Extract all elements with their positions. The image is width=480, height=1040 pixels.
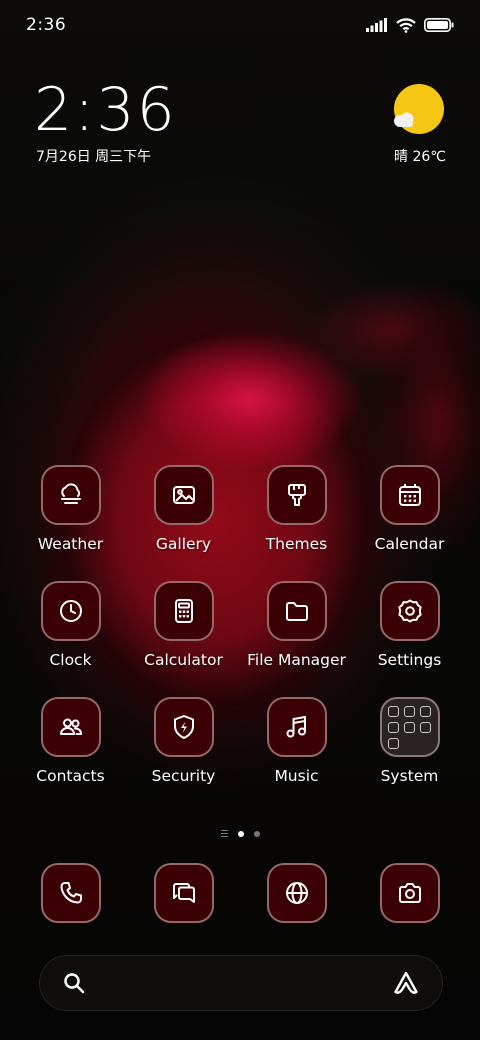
app-label: Clock: [49, 651, 92, 669]
folder-app-thumbnail: [388, 705, 399, 717]
app-music[interactable]: Music: [240, 697, 353, 785]
gallery-icon: [153, 465, 214, 525]
app-label: Calendar: [374, 535, 445, 553]
system-folder-icon: [379, 697, 440, 757]
dock-phone[interactable]: [14, 863, 127, 923]
camera-icon: [379, 863, 440, 923]
dock-camera[interactable]: [353, 863, 466, 923]
music-note-icon: [266, 697, 327, 757]
app-label: Themes: [265, 535, 328, 553]
dock: [14, 863, 466, 923]
status-time: 2:36: [26, 15, 67, 35]
contacts-icon: [40, 697, 101, 757]
search-icon[interactable]: [62, 971, 86, 995]
assistant-icon[interactable]: [392, 970, 420, 996]
folder-app-thumbnail: [404, 721, 415, 733]
app-settings[interactable]: Settings: [353, 581, 466, 669]
app-file-manager[interactable]: File Manager: [240, 581, 353, 669]
app-label: Weather: [37, 535, 104, 553]
weather-icon: [40, 465, 101, 525]
app-system-folder[interactable]: System: [353, 697, 466, 785]
weather-text: 晴 26℃: [394, 149, 446, 165]
clock-widget-time[interactable]: 2:36: [34, 78, 177, 142]
app-label: Security: [151, 767, 216, 785]
app-label: Settings: [377, 651, 442, 669]
browser-globe-icon: [266, 863, 327, 923]
folder-app-thumbnail: [420, 705, 431, 717]
app-label: Music: [274, 767, 319, 785]
app-security[interactable]: Security: [127, 697, 240, 785]
app-label: Contacts: [36, 767, 105, 785]
folder-app-thumbnail: [404, 705, 415, 717]
page-indicator: [0, 830, 480, 837]
dock-messages[interactable]: [127, 863, 240, 923]
app-weather[interactable]: Weather: [14, 465, 127, 553]
app-label: Calculator: [144, 651, 223, 669]
dock-browser[interactable]: [240, 863, 353, 923]
folder-app-thumbnail: [388, 721, 399, 733]
app-label: Gallery: [155, 535, 212, 553]
page-dot-active[interactable]: [237, 830, 244, 837]
app-calculator[interactable]: Calculator: [127, 581, 240, 669]
app-label: File Manager: [247, 651, 346, 669]
clock-icon: [40, 581, 101, 641]
folder-icon: [266, 581, 327, 641]
folder-app-thumbnail: [420, 721, 431, 733]
app-contacts[interactable]: Contacts: [14, 697, 127, 785]
folder-app-thumbnail: [388, 737, 399, 749]
app-gallery[interactable]: Gallery: [127, 465, 240, 553]
clock-widget-date[interactable]: 7月26日 周三下午: [36, 146, 151, 166]
messages-icon: [153, 863, 214, 923]
status-bar: 2:36: [0, 0, 480, 50]
app-label: System: [380, 767, 439, 785]
app-clock[interactable]: Clock: [14, 581, 127, 669]
phone-icon: [40, 863, 101, 923]
app-grid: Weather Gallery Themes Calendar Clock Ca…: [14, 465, 466, 785]
signal-icon: [366, 18, 387, 32]
app-themes[interactable]: Themes: [240, 465, 353, 553]
cloud-icon: [394, 112, 414, 127]
battery-icon: [424, 18, 454, 32]
calculator-icon: [153, 581, 214, 641]
page-dot[interactable]: [253, 830, 260, 837]
security-shield-icon: [153, 697, 214, 757]
gear-icon: [379, 581, 440, 641]
app-drawer-indicator-icon[interactable]: [220, 830, 228, 837]
themes-brush-icon: [266, 465, 327, 525]
wifi-icon: [396, 17, 416, 33]
app-calendar[interactable]: Calendar: [353, 465, 466, 553]
calendar-icon: [379, 465, 440, 525]
search-bar[interactable]: [39, 955, 443, 1011]
